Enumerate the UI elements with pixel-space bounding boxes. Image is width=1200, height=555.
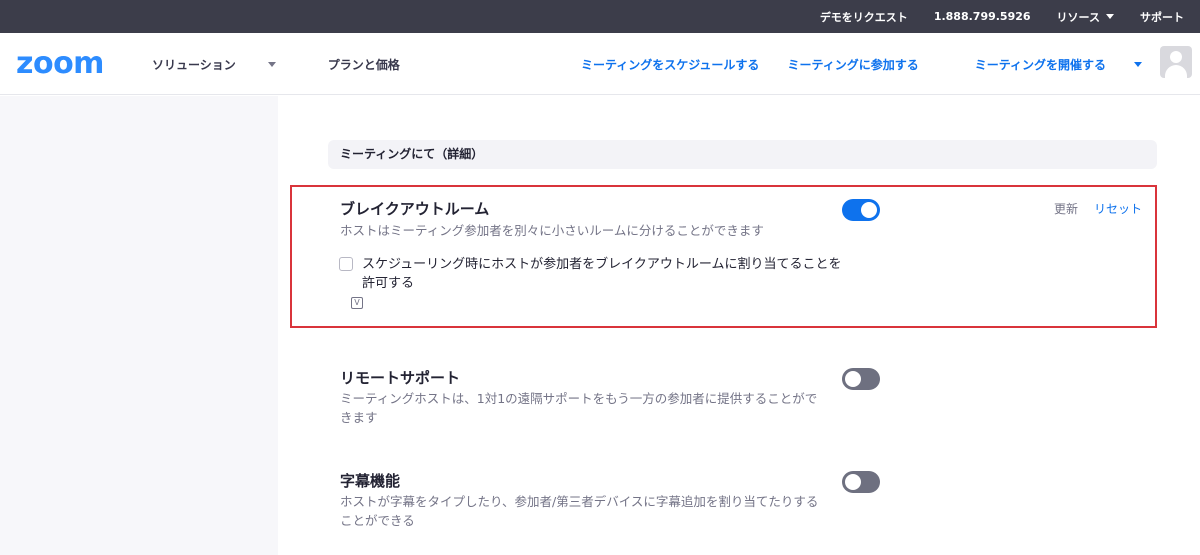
reset-link[interactable]: リセット xyxy=(1094,200,1142,217)
chevron-down-icon xyxy=(1106,14,1114,19)
toggle-knob xyxy=(861,202,877,218)
request-demo-link[interactable]: デモをリクエスト xyxy=(820,9,908,25)
avatar[interactable] xyxy=(1160,46,1192,78)
settings-sidebar xyxy=(0,96,278,555)
remote-support-toggle[interactable] xyxy=(842,368,880,390)
top-utility-bar: デモをリクエスト 1.888.799.5926 リソース サポート xyxy=(0,0,1200,33)
captions-title: 字幕機能 xyxy=(340,472,401,490)
assign-breakout-label: スケジューリング時にホストが参加者をブレイクアウトルームに割り当てることを許可す… xyxy=(362,257,842,291)
toggle-knob xyxy=(845,474,861,490)
nav-left: ソリューション プランと価格 xyxy=(152,56,426,73)
chevron-down-icon xyxy=(267,62,276,67)
solutions-label: ソリューション xyxy=(152,58,236,72)
v-badge-icon: V xyxy=(351,297,363,309)
schedule-meeting-link[interactable]: ミーティングをスケジュールする xyxy=(581,56,759,73)
toggle-knob xyxy=(845,371,861,387)
support-link[interactable]: サポート xyxy=(1140,9,1184,25)
avatar-body-shape xyxy=(1165,65,1187,78)
captions-description: ホストが字幕をタイプしたり、参加者/第三者デバイスに字幕追加を割り当てたりするこ… xyxy=(340,494,819,528)
update-link[interactable]: 更新 xyxy=(1054,200,1078,217)
phone-number-link[interactable]: 1.888.799.5926 xyxy=(934,10,1031,23)
section-header: ミーティングにて（詳細） xyxy=(328,140,1157,169)
breakout-room-description: ホストはミーティング参加者を別々に小さいルームに分けることができます xyxy=(340,223,764,238)
resources-label: リソース xyxy=(1056,10,1100,24)
solutions-menu[interactable]: ソリューション xyxy=(152,56,302,73)
assign-breakout-checkbox[interactable] xyxy=(339,257,353,271)
breakout-room-title: ブレイクアウトルーム xyxy=(340,200,490,218)
chevron-down-icon xyxy=(1134,62,1142,67)
avatar-head-shape xyxy=(1170,51,1182,63)
resources-menu[interactable]: リソース xyxy=(1057,9,1114,25)
nav-right: ミーティングをスケジュールする ミーティングに参加する ミーティングを開催する xyxy=(553,56,1142,73)
breakout-room-toggle[interactable] xyxy=(842,199,880,221)
plans-pricing-link[interactable]: プランと価格 xyxy=(328,56,400,73)
breakout-room-actions: 更新 リセット xyxy=(1038,200,1142,217)
host-meeting-menu[interactable]: ミーティングを開催する xyxy=(947,56,1142,73)
zoom-logo[interactable]: zoom xyxy=(16,49,104,79)
remote-support-title: リモートサポート xyxy=(340,369,461,387)
remote-support-description: ミーティングホストは、1対1の遠隔サポートをもう一方の参加者に提供することができ… xyxy=(340,391,818,425)
main-navbar: zoom ソリューション プランと価格 ミーティングをスケジュールする ミーティ… xyxy=(0,33,1200,95)
join-meeting-link[interactable]: ミーティングに参加する xyxy=(787,56,918,73)
captions-toggle[interactable] xyxy=(842,471,880,493)
host-meeting-label: ミーティングを開催する xyxy=(974,58,1106,72)
